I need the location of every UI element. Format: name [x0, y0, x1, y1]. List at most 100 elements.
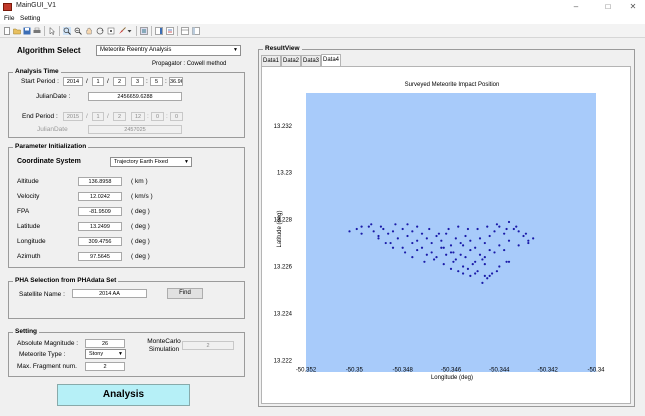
impact-point: [498, 225, 501, 228]
impact-point: [411, 241, 414, 245]
impact-point: [442, 263, 445, 266]
impact-point: [457, 225, 460, 228]
open-folder-icon[interactable]: [13, 27, 21, 35]
param-unit: ( km ): [131, 178, 148, 185]
meteorite-type-dropdown[interactable]: Stony ▼: [85, 349, 126, 359]
hide-plot-tools-icon[interactable]: [181, 27, 189, 35]
close-button[interactable]: ✕: [621, 0, 645, 14]
impact-scatter-chart[interactable]: -50.352 -50.35 -50.348 -50.346 -50.344 -50.34…: [261, 85, 631, 375]
x-axis-label: Longitude (deg): [430, 375, 474, 381]
menu-file[interactable]: File: [4, 15, 14, 22]
impact-point: [387, 232, 390, 235]
colorbar-icon[interactable]: [155, 27, 163, 35]
impact-point: [483, 241, 486, 245]
impact-point: [440, 239, 443, 242]
minimize-button[interactable]: –: [564, 0, 588, 14]
data-cursor-icon[interactable]: [107, 27, 115, 35]
latitude-field[interactable]: 13.2499: [78, 222, 122, 231]
impact-point: [515, 225, 518, 228]
tab-data3[interactable]: Data3: [301, 55, 321, 66]
impact-point: [488, 234, 491, 238]
max-fragment-field[interactable]: 2: [85, 362, 125, 371]
tab-data2[interactable]: Data2: [281, 55, 301, 66]
impact-point: [416, 225, 419, 228]
impact-point: [503, 232, 506, 235]
pointer-icon[interactable]: [48, 27, 56, 35]
start-year-field[interactable]: 2014: [63, 77, 83, 86]
impact-point: [452, 260, 455, 263]
legend-icon[interactable]: [166, 27, 174, 35]
param-unit: ( km/s ): [131, 193, 153, 200]
impact-point: [490, 272, 494, 275]
find-button[interactable]: Find: [167, 288, 203, 299]
impact-point: [517, 244, 520, 247]
julian-date-2-field: 2457025: [88, 125, 182, 134]
y-tick-label: 13.232: [274, 124, 293, 130]
impact-point: [416, 239, 419, 242]
simulation-label: Simulation: [148, 346, 180, 353]
zoom-in-icon[interactable]: [63, 27, 71, 35]
pan-hand-icon[interactable]: [85, 27, 93, 35]
setting-title: Setting: [13, 328, 40, 335]
tab-data4[interactable]: Data4: [321, 54, 341, 66]
impact-point: [454, 258, 457, 261]
impact-point: [488, 274, 491, 277]
chevron-down-icon[interactable]: [127, 27, 132, 35]
impact-point: [483, 256, 486, 259]
impact-point: [457, 270, 460, 273]
velocity-field[interactable]: 12.0242: [78, 192, 122, 201]
start-min-field[interactable]: 5: [150, 77, 163, 86]
coordinate-system-value: Trajectory Earth Fixed: [114, 159, 168, 165]
maximize-button[interactable]: □: [596, 0, 620, 14]
start-day-field[interactable]: 2: [113, 77, 126, 86]
start-sec-field[interactable]: 36.96: [169, 77, 183, 86]
x-tick-label: -50.35: [346, 368, 364, 374]
impact-point: [469, 248, 472, 252]
impact-point: [498, 265, 501, 268]
rotate-3d-icon[interactable]: [96, 27, 104, 35]
longitude-field[interactable]: 309.4756: [78, 237, 122, 246]
end-min-field: 0: [151, 112, 164, 121]
analysis-button[interactable]: Analysis: [57, 384, 190, 406]
new-file-icon[interactable]: [3, 27, 11, 35]
brush-icon[interactable]: [118, 27, 126, 35]
algorithm-dropdown[interactable]: Meteorite Reentry Analysis ▼: [96, 45, 241, 56]
impact-point: [474, 246, 477, 249]
altitude-field[interactable]: 136.8958: [78, 177, 122, 186]
impact-point: [449, 251, 453, 254]
impact-point: [527, 241, 530, 245]
start-month-field[interactable]: 1: [92, 77, 104, 86]
impact-point: [428, 227, 431, 231]
satellite-name-field[interactable]: 2014 AA: [72, 289, 147, 298]
start-hour-field[interactable]: 3: [131, 77, 144, 86]
show-plot-tools-icon[interactable]: [192, 27, 200, 35]
impact-point: [401, 227, 404, 231]
save-icon[interactable]: [23, 27, 31, 35]
tab-data1[interactable]: Data1: [261, 55, 281, 66]
impact-point: [469, 274, 472, 277]
impact-point: [461, 272, 465, 275]
window-title: MainGUI_V1: [16, 2, 57, 9]
azimuth-field[interactable]: 97.5645: [78, 252, 122, 261]
coordinate-system-dropdown[interactable]: Trajectory Earth Fixed ▼: [110, 157, 192, 167]
absolute-magnitude-field[interactable]: 26: [85, 339, 125, 348]
max-fragment-label: Max. Fragment num.: [17, 363, 77, 370]
fpa-field[interactable]: -81.9509: [78, 207, 122, 216]
impact-point: [425, 237, 428, 240]
meteorite-type-value: Stony: [89, 351, 104, 357]
param-label: Latitude: [17, 223, 41, 230]
julian-date-field[interactable]: 2456659.6288: [88, 92, 182, 101]
impact-point: [474, 272, 477, 275]
impact-point: [505, 227, 508, 231]
link-plot-icon[interactable]: [140, 27, 148, 35]
impact-point: [396, 237, 399, 240]
impact-point: [517, 230, 520, 233]
menu-setting[interactable]: Setting: [20, 15, 40, 22]
impact-point: [483, 263, 486, 266]
impact-point: [406, 234, 409, 238]
impact-point: [471, 263, 474, 266]
impact-point: [481, 281, 484, 285]
print-icon[interactable]: [33, 27, 41, 35]
zoom-out-icon[interactable]: [74, 27, 82, 35]
impact-point: [430, 251, 433, 254]
